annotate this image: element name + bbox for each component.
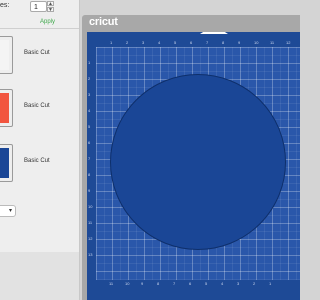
left-ruler: 1 2 3 4 5 6 7 8 9 10 11 12 13: [87, 47, 96, 280]
ruler-tick-label: 4: [158, 40, 161, 45]
material-select[interactable]: ▾: [0, 205, 16, 217]
ruler-tick-label: 2: [253, 281, 256, 286]
ruler-tick-label: 4: [88, 108, 91, 113]
mat-list-item[interactable]: Basic Cut: [0, 36, 79, 80]
ruler-tick-label: 6: [189, 281, 192, 286]
ruler-tick-label: 8: [157, 281, 160, 286]
copies-input[interactable]: 1: [30, 1, 47, 12]
left-panel: es: 1 ▲ ▼ Apply Basic Cut Basic Cut Basi…: [0, 0, 80, 300]
ruler-tick-label: 3: [142, 40, 145, 45]
ruler-tick-label: 5: [174, 40, 177, 45]
ruler-tick-label: 8: [222, 40, 225, 45]
ruler-tick-label: 1: [110, 40, 113, 45]
brand-logo: cricut: [89, 16, 118, 28]
apply-button[interactable]: Apply: [40, 19, 55, 25]
cutting-mat: cricut 1 2 3 4 5 6 7 8 9 10 11 12 1 2 3 4 5 6 7 8 9 10 11 12 13…: [82, 15, 300, 300]
mat-list-item[interactable]: Basic Cut: [0, 144, 79, 188]
ruler-tick-label: 9: [238, 40, 241, 45]
ruler-tick-label: 9: [88, 188, 91, 193]
mat-thumbnail[interactable]: [0, 36, 13, 74]
ruler-tick-label: 2: [88, 76, 91, 81]
ruler-tick-label: 2: [126, 40, 129, 45]
ruler-tick-label: 5: [88, 124, 91, 129]
ruler-tick-label: 6: [190, 40, 193, 45]
ruler-tick-label: 11: [270, 40, 275, 45]
ruler-tick-label: 10: [88, 204, 93, 209]
ruler-tick-label: 10: [254, 40, 259, 45]
ruler-tick-label: 4: [221, 281, 224, 286]
mat-list-item[interactable]: Basic Cut: [0, 89, 79, 133]
chevron-down-icon: ▾: [9, 208, 13, 214]
mat-thumbnail[interactable]: [0, 89, 13, 127]
increment-icon[interactable]: ▲: [47, 1, 54, 7]
ruler-tick-label: 1: [88, 60, 91, 65]
mat-swatch: [0, 93, 9, 123]
ruler-tick-label: 9: [141, 281, 144, 286]
bottom-panel: [0, 252, 79, 300]
ruler-tick-label: 12: [286, 40, 291, 45]
mat-thumbnail[interactable]: [0, 144, 13, 182]
mat-label: Basic Cut: [24, 158, 50, 164]
copies-label: es:: [0, 2, 10, 9]
ruler-tick-label: 13: [88, 252, 93, 257]
ruler-tick-label: 6: [88, 140, 91, 145]
ruler-tick-label: 7: [173, 281, 176, 286]
ruler-tick-label: 10: [125, 281, 130, 286]
mat-grid[interactable]: [96, 47, 300, 280]
ruler-tick-label: 8: [88, 172, 91, 177]
mat-label: Basic Cut: [24, 103, 50, 109]
circle-shape[interactable]: [110, 74, 286, 250]
mat-swatch: [0, 40, 9, 70]
ruler-tick-label: 12: [88, 236, 93, 241]
ruler-tick-label: 7: [206, 40, 209, 45]
mat-hanger-icon: [200, 32, 228, 34]
decrement-icon[interactable]: ▼: [47, 7, 54, 13]
ruler-tick-label: 5: [205, 281, 208, 286]
mat-swatch: [0, 148, 9, 178]
top-ruler: 1 2 3 4 5 6 7 8 9 10 11 12: [87, 32, 300, 47]
mat-label: Basic Cut: [24, 50, 50, 56]
ruler-tick-label: 1: [269, 281, 272, 286]
bottom-ruler: 11 10 9 8 7 6 5 4 3 2 1: [87, 280, 300, 300]
ruler-tick-label: 3: [237, 281, 240, 286]
ruler-tick-label: 11: [109, 281, 114, 286]
divider: [0, 28, 79, 29]
ruler-tick-label: 7: [88, 156, 91, 161]
ruler-tick-label: 11: [88, 220, 93, 225]
ruler-tick-label: 3: [88, 92, 91, 97]
